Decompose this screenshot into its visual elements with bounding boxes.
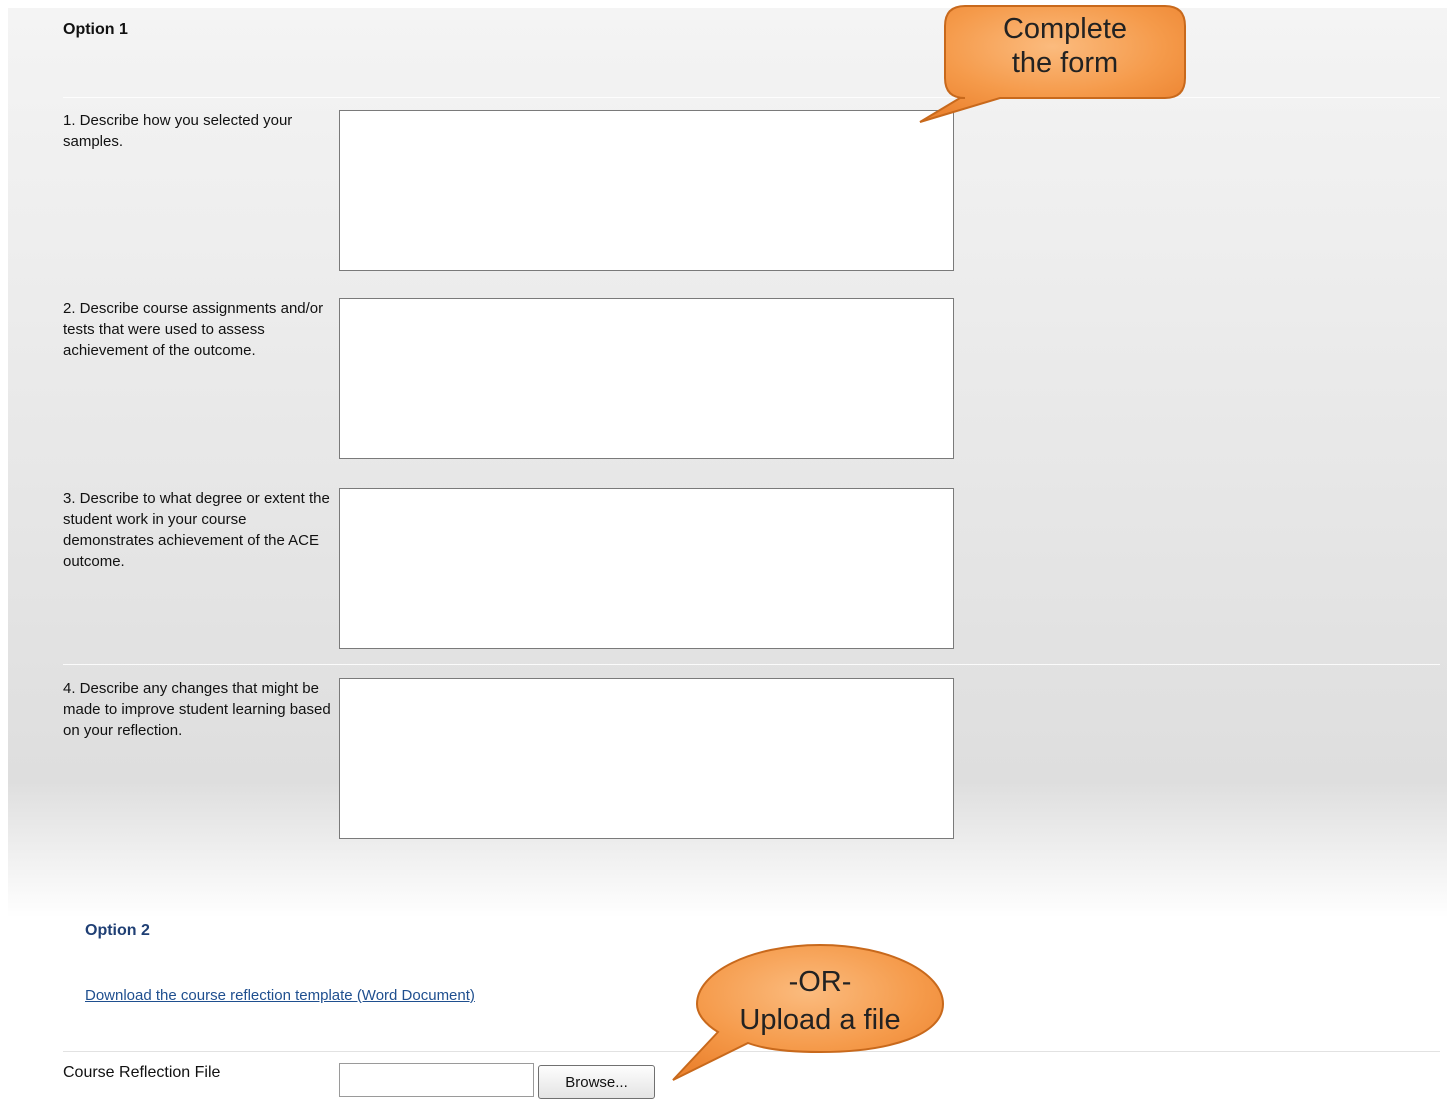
section-divider (63, 1051, 1440, 1052)
callout-line: Upload a file (739, 1004, 901, 1036)
download-template-link[interactable]: Download the course reflection template … (85, 987, 475, 1004)
browse-button[interactable]: Browse... (538, 1065, 655, 1099)
question-4-textarea[interactable] (339, 678, 954, 839)
question-1-textarea[interactable] (339, 110, 954, 271)
callout-line: -OR- (788, 966, 852, 998)
question-3-textarea[interactable] (339, 488, 954, 649)
question-3-label: 3. Describe to what degree or extent the… (63, 490, 330, 570)
section-divider (63, 664, 1440, 665)
question-2-label: 2. Describe course assignments and/or te… (63, 300, 324, 359)
question-1-label: 1. Describe how you selected your sample… (63, 112, 293, 150)
option1-heading: Option 1 (63, 21, 128, 38)
question-4-label: 4. Describe any changes that might be ma… (63, 680, 331, 739)
callout-line: the form (1011, 47, 1119, 79)
option2-heading: Option 2 (85, 922, 150, 939)
course-reflection-file-label: Course Reflection File (63, 1064, 221, 1081)
question-2-textarea[interactable] (339, 298, 954, 459)
callout-line: Complete (1002, 13, 1128, 45)
complete-form-callout-text: Complete the form (955, 12, 1175, 80)
file-path-input[interactable] (339, 1063, 534, 1097)
upload-callout-text: -OR- Upload a file (705, 963, 935, 1039)
section-divider (63, 97, 1440, 98)
